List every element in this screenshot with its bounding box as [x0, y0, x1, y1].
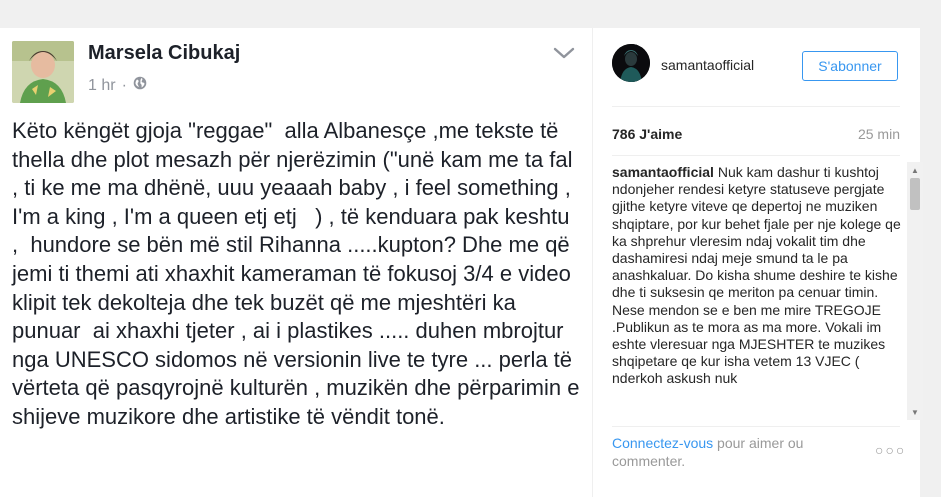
scroll-up-arrow-icon[interactable]: ▲ — [907, 163, 923, 177]
post-time[interactable]: 25 min — [858, 126, 900, 142]
post-meta: 1 hr · — [88, 76, 147, 95]
login-prompt: Connectez-vous pour aimer ou commenter. — [612, 434, 842, 470]
instagram-username[interactable]: samantaofficial — [661, 57, 754, 73]
caption-username[interactable]: samantaofficial — [612, 164, 714, 180]
instagram-avatar[interactable] — [612, 44, 650, 82]
meta-separator: · — [121, 76, 127, 94]
likes-divider — [612, 155, 900, 156]
follow-button[interactable]: S'abonner — [802, 51, 898, 81]
scrollbar-thumb[interactable] — [910, 178, 920, 210]
ellipsis-icon[interactable]: ○○○ — [875, 442, 906, 458]
author-avatar[interactable] — [12, 41, 74, 103]
instagram-post-card: samantaofficial S'abonner 786 J'aime 25 … — [592, 28, 923, 497]
globe-icon — [133, 76, 147, 95]
post-timestamp[interactable]: 1 hr — [88, 77, 116, 95]
header-divider — [612, 106, 900, 107]
chevron-down-icon[interactable] — [552, 44, 576, 62]
footer-divider — [612, 426, 900, 427]
caption-scroll-area[interactable]: samantaofficial Nuk kam dashur ti kushto… — [612, 164, 922, 418]
caption-scrollbar[interactable]: ▲ ▼ — [907, 162, 923, 420]
scroll-down-arrow-icon[interactable]: ▼ — [907, 405, 923, 419]
author-name[interactable]: Marsela Cibukaj — [88, 42, 240, 65]
post-text: Këto këngët gjoja "reggae" alla Albanesç… — [12, 118, 586, 429]
caption: samantaofficial Nuk kam dashur ti kushto… — [612, 164, 902, 388]
facebook-post-card: Marsela Cibukaj 1 hr · Këto këngët gjoja… — [0, 28, 592, 497]
like-count-text: 786 J'aime — [612, 126, 683, 142]
like-count[interactable]: 786 J'aime — [612, 126, 682, 142]
caption-text: Nuk kam dashur ti kushtoj ndonjeher rend… — [612, 164, 901, 387]
login-link[interactable]: Connectez-vous — [612, 435, 713, 451]
